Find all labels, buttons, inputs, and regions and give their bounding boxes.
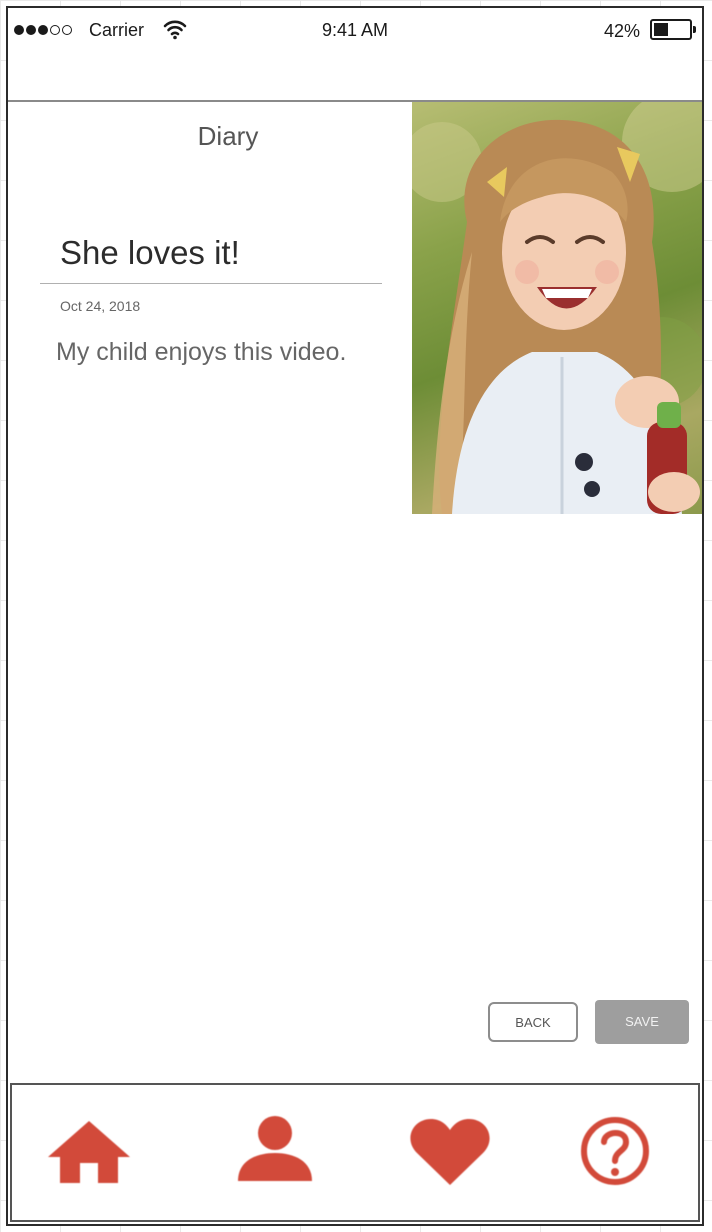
tab-help[interactable] [570,1113,660,1189]
entry-body-text[interactable]: My child enjoys this video. [56,338,346,367]
tab-home[interactable] [44,1113,134,1189]
page-title: Diary [197,121,259,151]
home-icon [48,1121,130,1183]
entry-title-underline [40,283,382,284]
person-icon [238,1116,312,1181]
entry-title-field[interactable]: She loves it! [60,234,240,272]
entry-photo [412,102,702,514]
battery-level-fill [654,23,669,36]
heart-icon [410,1119,490,1185]
tab-favorites[interactable] [405,1113,495,1189]
tab-profile[interactable] [230,1113,320,1189]
status-time: 9:41 AM [321,20,389,40]
bottom-tab-bar [10,1083,700,1222]
status-bar: Carrier 9:41 AM 42% [8,8,702,54]
battery-percent: 42% [603,21,640,41]
save-button[interactable]: SAVE [595,1000,689,1044]
help-icon [581,1117,649,1185]
phone-frame: Carrier 9:41 AM 42% Diary She loves it! … [6,6,704,1226]
back-button[interactable]: BACK [488,1002,578,1042]
entry-date: Oct 24, 2018 [60,298,141,314]
battery-icon [650,19,696,40]
